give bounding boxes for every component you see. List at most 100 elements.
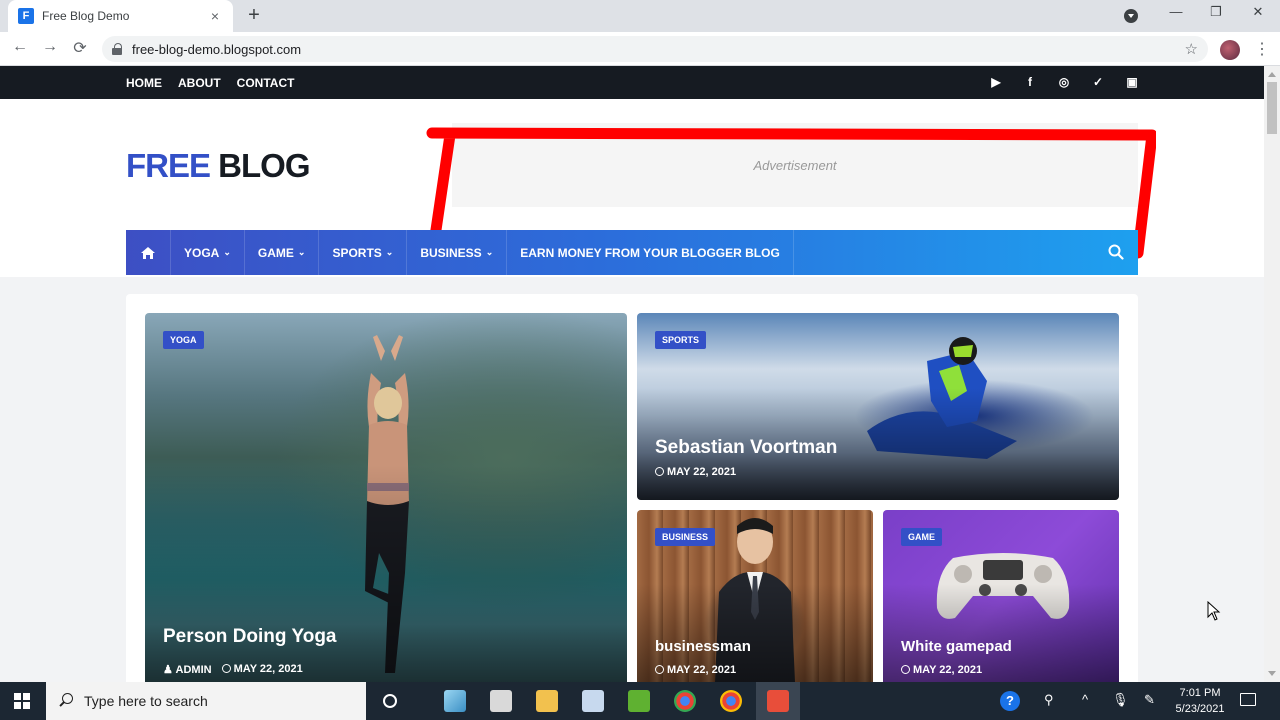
nav-item-game[interactable]: GAME ⌄ (245, 230, 320, 275)
post-title[interactable]: Person Doing Yoga (163, 626, 337, 648)
category-badge[interactable]: YOGA (163, 331, 204, 349)
microphone-icon[interactable]: 🎙 (1112, 692, 1129, 708)
post-card-sports[interactable]: SPORTS Sebastian Voortman MAY 22, 2021 (637, 313, 1119, 500)
profile-avatar[interactable] (1220, 40, 1240, 60)
chevron-down-icon: ⌄ (297, 247, 306, 257)
instagram-icon[interactable]: ◎ (1056, 74, 1072, 90)
app-icon[interactable] (444, 690, 466, 712)
nav-item-yoga[interactable]: YOGA ⌄ (171, 230, 245, 275)
top-nav: HOME ABOUT CONTACT (126, 66, 294, 99)
nav-item-label: YOGA (184, 245, 220, 260)
featured-posts-section: YOGA Person Doing Yoga ♟ ADMIN MAY 22, 2… (126, 294, 1138, 682)
post-meta: ♟ ADMIN MAY 22, 2021 (163, 663, 303, 676)
logo-part-blog: BLOG (210, 147, 310, 184)
nav-home-link[interactable]: HOME (126, 76, 162, 90)
chevron-down-icon: ⌄ (485, 247, 494, 257)
clock-icon (655, 665, 664, 674)
new-tab-button[interactable]: + (244, 4, 264, 27)
tab-search-icon[interactable] (1124, 9, 1138, 23)
help-icon[interactable]: ? (1000, 691, 1020, 711)
notifications-icon[interactable] (1240, 693, 1256, 706)
lock-icon[interactable] (112, 43, 122, 55)
post-card-yoga[interactable]: YOGA Person Doing Yoga ♟ ADMIN MAY 22, 2… (145, 313, 627, 682)
back-button[interactable]: ← (10, 38, 30, 56)
page-scrollbar[interactable] (1264, 66, 1280, 682)
chevron-down-icon: ⌄ (385, 247, 394, 257)
post-card-business[interactable]: BUSINESS businessman MAY 22, 2021 (637, 510, 873, 682)
youtube-icon[interactable]: ▶ (988, 74, 1004, 90)
date-text: MAY 22, 2021 (667, 664, 737, 676)
nav-item-label: GAME (257, 245, 294, 260)
camtasia-icon[interactable] (628, 690, 650, 712)
tray-overflow-icon[interactable]: ^ (1082, 692, 1088, 707)
nav-item-earn-money[interactable]: EARN MONEY FROM YOUR BLOGGER BLOG (507, 230, 794, 275)
maximize-button[interactable]: ❐ (1206, 4, 1226, 20)
search-icon[interactable] (1108, 244, 1124, 260)
home-nav-button[interactable] (126, 230, 171, 275)
chrome-icon[interactable] (674, 690, 696, 712)
search-icon (58, 693, 74, 709)
site-logo[interactable]: FREE BLOG (126, 147, 311, 185)
web-page: HOME ABOUT CONTACT ▶ f ◎ ✓ ▣ FREE BLOG A… (0, 66, 1264, 682)
app-icon[interactable] (582, 690, 604, 712)
address-bar: ← → ⟳ free-blog-demo.blogspot.com ☆ ⋮ (0, 32, 1280, 66)
browser-menu-icon[interactable]: ⋮ (1254, 39, 1270, 59)
user-icon: ♟ (163, 664, 173, 676)
author-name: ADMIN (175, 664, 212, 676)
post-meta: MAY 22, 2021 (901, 664, 982, 676)
tab-title: Free Blog Demo (42, 9, 130, 23)
chevron-down-icon: ⌄ (223, 247, 231, 257)
cortana-icon[interactable] (382, 693, 398, 709)
reload-button[interactable]: ⟳ (70, 38, 90, 58)
facebook-icon[interactable]: f (1022, 74, 1038, 90)
bookmark-star-icon[interactable]: ☆ (1185, 40, 1198, 58)
post-date: MAY 22, 2021 (221, 663, 303, 676)
post-title[interactable]: White gamepad (901, 638, 1012, 655)
twitch-icon[interactable]: ▣ (1124, 74, 1140, 90)
card-overlay (145, 465, 627, 682)
minimize-button[interactable]: — (1166, 4, 1186, 19)
file-explorer-icon[interactable] (536, 690, 558, 712)
nav-item-label: EARN MONEY FROM YOUR BLOGGER BLOG (520, 245, 780, 260)
app-icon[interactable] (490, 690, 512, 712)
pen-icon[interactable]: ✎ (1144, 692, 1155, 708)
post-title[interactable]: Sebastian Voortman (655, 437, 837, 459)
chrome-canary-icon[interactable] (720, 690, 742, 712)
people-icon[interactable]: ⚲ (1044, 692, 1054, 708)
camtasia-recorder-icon[interactable] (767, 690, 789, 712)
windows-taskbar: Type here to search ? ⚲ ^ 🎙 ✎ 7:01 PM 5/… (0, 682, 1280, 720)
date-text: MAY 22, 2021 (913, 664, 983, 676)
tab-close-icon[interactable]: × (207, 8, 223, 24)
scroll-down-arrow-icon[interactable] (1268, 671, 1276, 676)
system-clock[interactable]: 7:01 PM 5/23/2021 (1168, 685, 1232, 717)
twitter-icon[interactable]: ✓ (1090, 74, 1106, 90)
clock-icon (655, 467, 664, 476)
forward-button[interactable]: → (40, 38, 60, 56)
url-text[interactable]: free-blog-demo.blogspot.com (132, 42, 1185, 57)
url-field[interactable]: free-blog-demo.blogspot.com ☆ (102, 36, 1208, 62)
post-author[interactable]: ♟ ADMIN (163, 663, 212, 676)
category-badge[interactable]: SPORTS (655, 331, 707, 349)
close-window-button[interactable]: ✕ (1248, 4, 1268, 20)
scrollbar-thumb[interactable] (1267, 82, 1277, 134)
nav-item-sports[interactable]: SPORTS ⌄ (319, 230, 408, 275)
nav-item-business[interactable]: BUSINESS ⌄ (407, 230, 508, 275)
nav-contact-link[interactable]: CONTACT (237, 76, 295, 90)
taskbar-search-placeholder: Type here to search (84, 693, 208, 709)
post-meta: MAY 22, 2021 (655, 664, 736, 676)
home-icon (141, 246, 155, 259)
windows-start-icon[interactable] (14, 693, 30, 709)
post-card-game[interactable]: GAME White gamepad MAY 22, 2021 (883, 510, 1119, 682)
post-date: MAY 22, 2021 (901, 664, 982, 676)
post-date: MAY 22, 2021 (655, 664, 736, 676)
nav-about-link[interactable]: ABOUT (178, 76, 221, 90)
taskbar-search-box[interactable]: Type here to search (46, 682, 366, 720)
category-badge[interactable]: BUSINESS (655, 528, 716, 546)
post-meta: MAY 22, 2021 (655, 466, 736, 478)
scroll-up-arrow-icon[interactable] (1268, 72, 1276, 77)
social-links: ▶ f ◎ ✓ ▣ (988, 74, 1140, 90)
category-badge[interactable]: GAME (901, 528, 942, 546)
post-title[interactable]: businessman (655, 638, 751, 655)
nav-item-label: BUSINESS (420, 245, 482, 260)
browser-tab[interactable]: F Free Blog Demo × (8, 0, 233, 32)
